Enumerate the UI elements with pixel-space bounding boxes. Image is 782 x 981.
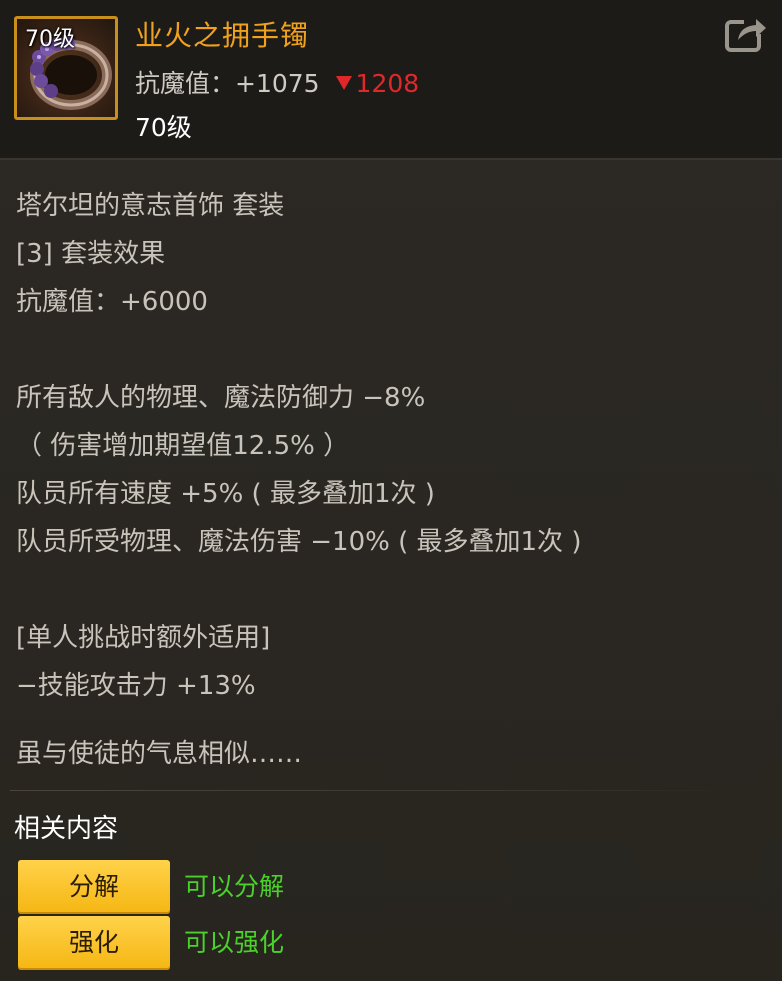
item-header: 70级 业火之拥手镯 抗魔值：+1075 1208 70级	[0, 0, 782, 160]
enhance-row: 强化 可以强化	[18, 916, 618, 970]
set-name: 塔尔坦的意志首饰 套装	[16, 191, 285, 221]
effect-damage-expect: （ 伤害增加期望值12.5% ）	[16, 431, 350, 461]
disassemble-status: 可以分解	[184, 872, 285, 901]
magic-resist-stat: 抗魔值：+1075 1208	[135, 64, 419, 100]
item-tooltip-panel: 70级 业火之拥手镯 抗魔值：+1075 1208 70级 塔尔坦的意志首饰 套…	[0, 0, 782, 981]
stat-value: +1075	[235, 69, 320, 98]
effect-damage-taken: 队员所受物理、魔法伤害 −10% ( 最多叠加1次 )	[16, 527, 582, 557]
stat-compare: 1208	[335, 69, 420, 98]
stat-compare-value: 1208	[355, 69, 420, 98]
share-icon[interactable]	[724, 14, 768, 54]
set-effect-stat: 抗魔值：+6000	[16, 287, 208, 317]
solo-bonus-skill: −技能攻击力 +13%	[16, 671, 256, 701]
down-arrow-icon	[335, 76, 352, 90]
set-effect-header: [3] 套装效果	[16, 239, 166, 269]
disassemble-button[interactable]: 分解	[18, 860, 170, 914]
icon-level-label: 70级	[25, 27, 75, 52]
enhance-status: 可以强化	[184, 928, 285, 957]
item-level: 70级	[135, 113, 192, 142]
item-name: 业火之拥手镯	[135, 19, 310, 52]
effect-defense-down: 所有敌人的物理、魔法防御力 −8%	[16, 383, 426, 413]
enhance-button[interactable]: 强化	[18, 916, 170, 970]
solo-bonus-header: [单人挑战时额外适用]	[16, 623, 271, 653]
flavor-text: 虽与使徒的气息相似……	[16, 739, 303, 769]
disassemble-row: 分解 可以分解	[18, 860, 618, 914]
effect-speed-up: 队员所有速度 +5% ( 最多叠加1次 )	[16, 479, 435, 509]
section-divider	[10, 790, 730, 791]
bracelet-item-icon: 70级	[14, 16, 118, 120]
item-description: 塔尔坦的意志首饰 套装 [3] 套装效果 抗魔值：+6000 所有敌人的物理、魔…	[16, 182, 756, 778]
stat-label: 抗魔值：	[135, 69, 236, 98]
related-content-title: 相关内容	[14, 814, 119, 844]
